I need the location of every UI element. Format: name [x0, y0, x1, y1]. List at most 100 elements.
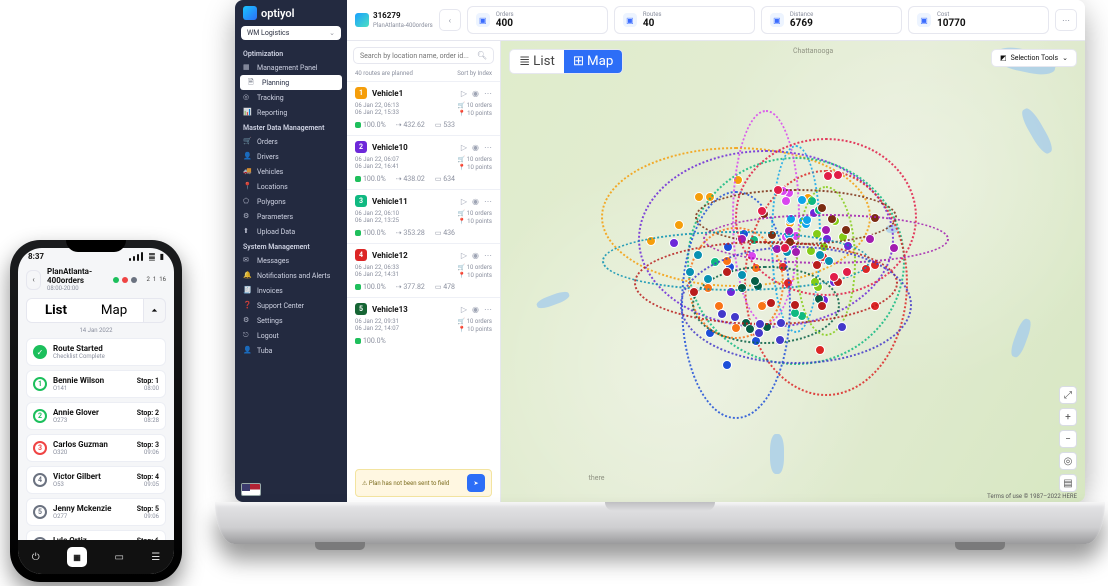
sidebar-item-support-center[interactable]: ❓ Support Center [235, 298, 347, 313]
nav-power-icon[interactable]: ⏻ [32, 552, 40, 563]
route-stop-pin[interactable] [842, 267, 852, 277]
eye-icon[interactable]: ◉ [472, 143, 479, 152]
plan-prev-icon[interactable]: ‹ [439, 9, 461, 31]
route-stop-pin[interactable] [773, 185, 783, 195]
view-list-button[interactable]: ≣ List [510, 50, 564, 73]
brand: optiyol [235, 0, 347, 26]
sidebar-item-settings[interactable]: ⚙ Settings [235, 313, 347, 328]
plan-badge[interactable]: 316279 PlanAtlanta-400orders [355, 11, 433, 29]
more-icon[interactable]: ⋯ [484, 143, 492, 152]
mobile-stop-card[interactable]: 5 Jenny MckenzieO277 Stop: 509:06 [26, 498, 166, 526]
mobile-stop-card[interactable]: 6 Lyle OrtizO320 Stop: 609:06 [26, 530, 166, 540]
vehicle-card[interactable]: 1 Vehicle1 ▷ ◉ ⋯ 06 Jan 22, 06:1306 Jan … [347, 81, 500, 135]
stop-index-badge: 1 [33, 377, 47, 391]
more-icon[interactable]: ⋯ [484, 305, 492, 314]
sidebar-item-parameters[interactable]: ⚙ Parameters [235, 209, 347, 224]
nav-grid-icon[interactable]: ▦ [67, 547, 87, 567]
sidebar-item-invoices[interactable]: 🧾 Invoices [235, 283, 347, 298]
vehicle-card[interactable]: 2 Vehicle10 ▷ ◉ ⋯ 06 Jan 22, 06:0706 Jan… [347, 135, 500, 189]
vehicle-card[interactable]: 4 Vehicle12 ▷ ◉ ⋯ 06 Jan 22, 06:3306 Jan… [347, 243, 500, 297]
check-icon: ✓ [33, 345, 47, 359]
vehicle-card[interactable]: 3 Vehicle11 ▷ ◉ ⋯ 06 Jan 22, 06:1006 Jan… [347, 189, 500, 243]
language-flag-us[interactable] [241, 483, 261, 496]
filter-icon[interactable]: ⏶ [143, 299, 165, 322]
vehicle-name: Vehicle13 [372, 305, 408, 314]
sidebar-item-notifications-and-alerts[interactable]: 🔔 Notifications and Alerts [235, 268, 347, 283]
tracking-icon: ◎ [243, 93, 252, 102]
plan-status-banner: ⚠ Plan has not been sent to field ➤ [355, 469, 492, 497]
search-input[interactable] [360, 52, 477, 60]
eye-icon[interactable]: ◉ [472, 197, 479, 206]
mobile-stop-card[interactable]: 4 Victor GilbertO53 Stop: 409:05 [26, 466, 166, 494]
more-icon[interactable]: ⋯ [484, 197, 492, 206]
sidebar-item-planning[interactable]: 🗎 Planning [240, 75, 342, 90]
route-stop-pin[interactable] [754, 328, 764, 338]
routes-sort[interactable]: Sort by Index [457, 70, 492, 77]
support-center-icon: ❓ [243, 301, 252, 310]
orders-icon: ▣ [476, 13, 490, 27]
sidebar-item-polygons[interactable]: ⬠ Polygons [235, 194, 347, 209]
routes-count: 40 routes are planned [355, 70, 413, 77]
map-zoom-in-icon[interactable]: + [1059, 408, 1077, 426]
play-icon[interactable]: ▷ [461, 143, 467, 152]
mobile-stop-card[interactable]: 1 Bennie WilsonO141 Stop: 108:00 [26, 370, 166, 398]
map-area[interactable]: Chattanooga there 1234567891234567 ≣ Lis… [501, 41, 1085, 502]
more-icon[interactable]: ⋯ [484, 89, 492, 98]
back-icon[interactable]: ‹ [26, 270, 41, 290]
mobile-tab-map[interactable]: Map [85, 299, 143, 322]
route-stop-pin[interactable] [775, 335, 785, 345]
map-layers-icon[interactable]: ▤ [1059, 474, 1077, 492]
sidebar-item-tuba[interactable]: 👤 Tuba [235, 343, 347, 358]
route-stop-pin[interactable] [757, 206, 767, 216]
sidebar-item-label: Locations [257, 183, 288, 191]
kpi-orders: ▣ Orders400 [467, 6, 608, 34]
topbar-more-icon[interactable]: ⋯ [1055, 9, 1077, 31]
sidebar-item-messages[interactable]: ✉ Messages [235, 253, 347, 268]
mobile-stop-card[interactable]: 2 Annie GloverO273 Stop: 208:28 [26, 402, 166, 430]
mobile-tab-list[interactable]: List [27, 299, 85, 322]
sidebar-item-management-panel[interactable]: ▦ Management Panel [235, 60, 347, 75]
eye-icon[interactable]: ◉ [472, 251, 479, 260]
nav-menu-icon[interactable]: ☰ [151, 552, 160, 563]
sidebar-item-logout[interactable]: ⎋ Logout [235, 328, 347, 343]
route-stop-pin[interactable] [837, 322, 847, 332]
sidebar-item-locations[interactable]: 📍 Locations [235, 179, 347, 194]
selection-tools-button[interactable]: ◩ Selection Tools ⌄ [991, 49, 1077, 67]
sidebar-item-upload-data[interactable]: ⬆ Upload Data [235, 224, 347, 239]
view-map-button[interactable]: ⊞ Map [564, 50, 623, 73]
sidebar: optiyol WM Logistics ⌄ Optimization ▦ Ma… [235, 0, 347, 502]
sidebar-item-orders[interactable]: 🛒 Orders [235, 134, 347, 149]
eye-icon[interactable]: ◉ [472, 305, 479, 314]
eye-icon[interactable]: ◉ [472, 89, 479, 98]
sidebar-item-tracking[interactable]: ◎ Tracking [235, 90, 347, 105]
routes-search[interactable]: 🔍︎ [353, 47, 494, 64]
distance-icon: ▣ [770, 13, 784, 27]
tuba-icon: 👤 [243, 346, 252, 355]
plan-name: PlanAtlanta-400orders [373, 22, 433, 29]
play-icon[interactable]: ▷ [461, 89, 467, 98]
sidebar-item-reporting[interactable]: 📊 Reporting [235, 105, 347, 120]
play-icon[interactable]: ▷ [461, 197, 467, 206]
polygons-icon: ⬠ [243, 197, 252, 206]
play-icon[interactable]: ▷ [461, 305, 467, 314]
parameters-icon: ⚙ [243, 212, 252, 221]
send-plan-button[interactable]: ➤ [467, 474, 485, 492]
sidebar-item-label: Invoices [257, 287, 283, 295]
route-stop-pin[interactable] [829, 272, 839, 282]
route-stop-pin[interactable] [730, 312, 740, 322]
play-icon[interactable]: ▷ [461, 251, 467, 260]
routes-list[interactable]: 1 Vehicle1 ▷ ◉ ⋯ 06 Jan 22, 06:1306 Jan … [347, 81, 500, 464]
sidebar-item-drivers[interactable]: 👤 Drivers [235, 149, 347, 164]
sidebar-item-vehicles[interactable]: 🚚 Vehicles [235, 164, 347, 179]
mobile-stops-list[interactable]: ✓ Route Started Checklist Complete 1 Ben… [18, 338, 174, 540]
map-zoom-out-icon[interactable]: − [1059, 430, 1077, 448]
vehicle-card[interactable]: 5 Vehicle13 ▷ ◉ ⋯ 06 Jan 22, 09:3106 Jan… [347, 297, 500, 351]
nav-bars-icon[interactable]: ▭ [114, 552, 123, 563]
map-fullscreen-icon[interactable]: ⤢ [1059, 386, 1077, 404]
tenant-selector[interactable]: WM Logistics ⌄ [241, 26, 341, 40]
route-stop-pin[interactable] [755, 319, 765, 329]
more-icon[interactable]: ⋯ [484, 251, 492, 260]
route-stop-pin[interactable] [780, 243, 790, 253]
mobile-stop-card[interactable]: 3 Carlos GuzmanO320 Stop: 309:06 [26, 434, 166, 462]
map-locate-icon[interactable]: ◎ [1059, 452, 1077, 470]
